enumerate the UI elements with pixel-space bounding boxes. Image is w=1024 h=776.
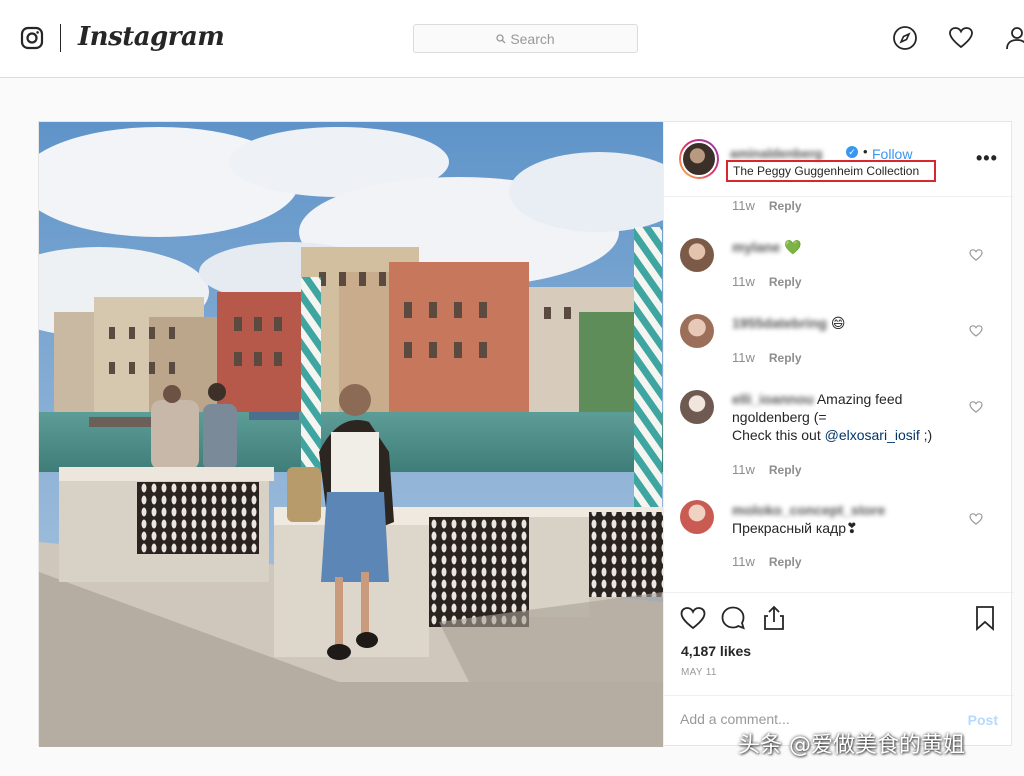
- logo-divider: [60, 24, 61, 52]
- commenter-avatar[interactable]: [680, 500, 714, 534]
- post-header: aminaldenberg ✓ • Follow The Peggy Gugge…: [664, 122, 1014, 197]
- comment-text-end: ;): [919, 427, 933, 443]
- comment-meta: 11w Reply: [732, 198, 802, 213]
- commenter-avatar[interactable]: [680, 314, 714, 348]
- activity-heart-icon[interactable]: [948, 25, 974, 51]
- comment-username[interactable]: 1955datebring: [732, 315, 827, 331]
- verified-badge-icon: ✓: [846, 146, 858, 158]
- instagram-wordmark[interactable]: Instagram: [78, 22, 225, 52]
- like-heart-icon[interactable]: [680, 605, 706, 631]
- reply-button[interactable]: Reply: [769, 275, 802, 289]
- explore-compass-icon[interactable]: [892, 25, 918, 51]
- add-comment-input[interactable]: [680, 711, 920, 727]
- commenter-avatar[interactable]: [680, 238, 714, 272]
- comment-text-line2: Check this out: [732, 427, 825, 443]
- comment-time: 11w: [732, 198, 755, 213]
- watermark-text: 头条 @爱做美食的黄姐: [738, 733, 965, 758]
- author-avatar[interactable]: [679, 139, 719, 179]
- like-comment-heart-icon[interactable]: [969, 248, 983, 262]
- comment-bubble-icon[interactable]: [720, 605, 746, 631]
- comment-body: 1955datebring 😄: [732, 314, 962, 332]
- comment-meta: 11w Reply: [732, 462, 802, 477]
- reply-button[interactable]: Reply: [769, 351, 802, 365]
- comment-meta: 11w Reply: [732, 554, 802, 569]
- post-actions: 4,187 likes MAY 11 Post: [664, 592, 1014, 747]
- post-comment-button[interactable]: Post: [968, 712, 998, 728]
- like-comment-heart-icon[interactable]: [969, 400, 983, 414]
- post-location-link[interactable]: The Peggy Guggenheim Collection: [726, 160, 936, 182]
- post-sidebar: aminaldenberg ✓ • Follow The Peggy Gugge…: [663, 122, 1014, 747]
- comment-time: 11w: [732, 554, 755, 569]
- like-comment-heart-icon[interactable]: [969, 324, 983, 338]
- comment-body: elli_ioannou Amazing feed ngoldenberg (=…: [732, 390, 962, 444]
- post-card: aminaldenberg ✓ • Follow The Peggy Gugge…: [38, 121, 1014, 747]
- comments-list[interactable]: 11w Reply mylane 💚 11w Reply 1955datebring…: [664, 198, 1014, 592]
- share-upload-icon[interactable]: [761, 605, 787, 631]
- search-box[interactable]: Search: [413, 24, 638, 53]
- comment-text: 💚: [784, 239, 802, 255]
- header-separator: •: [863, 144, 868, 159]
- post-date: MAY 11: [681, 667, 717, 678]
- top-navigation-bar: Instagram Search: [0, 0, 1024, 78]
- instagram-camera-icon[interactable]: [20, 26, 44, 50]
- search-icon: [496, 33, 506, 43]
- comment-meta: 11w Reply: [732, 350, 802, 365]
- comment-body: mylane 💚: [732, 238, 962, 256]
- search-placeholder: Search: [510, 30, 555, 47]
- save-bookmark-icon[interactable]: [972, 605, 998, 631]
- comment-mention-link[interactable]: @elxosari_iosif: [825, 427, 920, 443]
- likes-count[interactable]: 4,187 likes: [681, 643, 751, 659]
- venice-canal-photo: [39, 122, 663, 747]
- comment-time: 11w: [732, 350, 755, 365]
- post-photo[interactable]: [39, 122, 663, 747]
- profile-person-icon[interactable]: [1004, 25, 1024, 51]
- comment-body: moloko_concept_store Прекрасный кадр❣: [732, 501, 962, 537]
- reply-button[interactable]: Reply: [769, 555, 802, 569]
- like-comment-heart-icon[interactable]: [969, 512, 983, 526]
- reply-button[interactable]: Reply: [769, 463, 802, 477]
- more-options-icon[interactable]: •••: [976, 148, 998, 169]
- comment-username[interactable]: mylane: [732, 239, 780, 255]
- comment-username[interactable]: elli_ioannou: [732, 391, 814, 407]
- comment-time: 11w: [732, 274, 755, 289]
- comment-time: 11w: [732, 462, 755, 477]
- commenter-avatar[interactable]: [680, 390, 714, 424]
- comment-username[interactable]: moloko_concept_store: [732, 502, 885, 518]
- comment-meta: 11w Reply: [732, 274, 802, 289]
- author-username[interactable]: aminaldenberg: [730, 146, 822, 161]
- reply-button[interactable]: Reply: [769, 199, 802, 213]
- comment-text: Прекрасный кадр❣: [732, 520, 858, 536]
- comment-text: 😄: [830, 315, 846, 331]
